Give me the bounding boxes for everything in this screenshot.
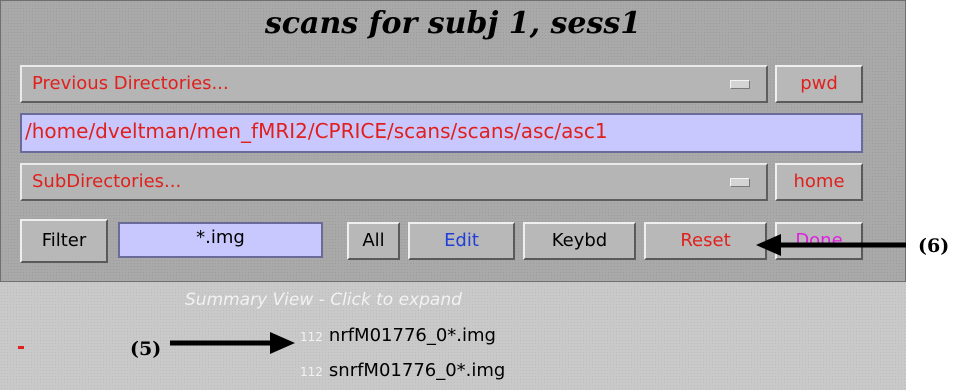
dropdown-indicator-icon <box>730 80 750 89</box>
dropdown-indicator-icon <box>730 178 750 187</box>
file-list-item[interactable]: 112 snrfM01776_0*.img <box>300 360 505 381</box>
home-button[interactable]: home <box>775 163 863 201</box>
edit-button[interactable]: Edit <box>408 222 515 260</box>
previous-directories-label: Previous Directories... <box>32 73 229 94</box>
file-count: 112 <box>300 365 323 379</box>
subdirectories-label: SubDirectories... <box>32 171 182 192</box>
arrow-left-icon <box>756 234 906 256</box>
all-button[interactable]: All <box>347 222 400 260</box>
reset-button[interactable]: Reset <box>644 222 767 260</box>
callout-label-6: (6) <box>918 235 950 257</box>
subdirectories-dropdown[interactable]: SubDirectories... <box>20 163 768 201</box>
window-title: scans for subj 1, sess1 <box>264 6 642 41</box>
red-marker <box>18 346 24 349</box>
keybd-button[interactable]: Keybd <box>523 222 636 260</box>
arrow-right-icon <box>170 332 295 354</box>
pwd-button[interactable]: pwd <box>775 65 863 103</box>
summary-view-header[interactable]: Summary View - Click to expand <box>185 290 462 310</box>
file-list-item[interactable]: 112 nrfM01776_0*.img <box>300 325 496 346</box>
callout-label-5: (5) <box>130 338 162 360</box>
filter-button[interactable]: Filter <box>20 219 108 263</box>
previous-directories-dropdown[interactable]: Previous Directories... <box>20 65 768 103</box>
file-name: snrfM01776_0*.img <box>328 360 506 381</box>
file-count: 112 <box>300 330 323 344</box>
filter-input[interactable]: *.img <box>118 222 323 258</box>
file-name: nrfM01776_0*.img <box>328 325 496 346</box>
directory-path-field[interactable]: /home/dveltman/men_fMRI2/CPRICE/scans/sc… <box>20 113 863 153</box>
